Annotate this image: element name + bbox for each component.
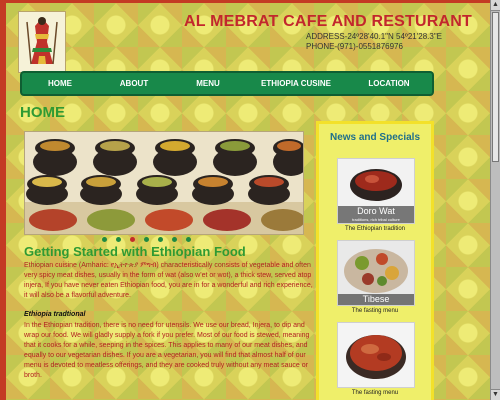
- slider-dot[interactable]: [158, 237, 163, 242]
- image-slider[interactable]: [24, 131, 304, 235]
- nav-about[interactable]: ABOUT: [98, 73, 170, 94]
- article-body: In the Ethiopian tradition, there is no …: [24, 322, 310, 379]
- site-title: AL MEBRAT CAFE AND RESTURANT: [184, 13, 472, 30]
- special-label: The Ethiopian tradition: [344, 226, 406, 232]
- nav-location[interactable]: LOCATION: [346, 73, 432, 94]
- article-subheading: Ethiopia tradtional: [24, 311, 86, 318]
- slider-dot[interactable]: [144, 237, 149, 242]
- vertical-scrollbar[interactable]: ▲ ▼: [490, 0, 500, 400]
- contact-info: ADDRESS-24º28'40.1"N 54º21'28.3"E PHONE-…: [306, 32, 442, 52]
- page: AL MEBRAT CAFE AND RESTURANT ADDRESS-24º…: [0, 0, 500, 400]
- page-heading: HOME: [20, 104, 65, 121]
- slider-dot[interactable]: [102, 237, 107, 242]
- special-caption-subtitle: traditions, rich tribal culture: [352, 217, 400, 222]
- slider-dot[interactable]: [186, 237, 191, 242]
- special-image: Doro Wat traditions, rich tribal culture: [337, 158, 415, 224]
- slider-dot[interactable]: [172, 237, 177, 242]
- special-image: [337, 322, 415, 388]
- nav-ethiopia-cusine[interactable]: ETHIOPIA CUSINE: [246, 73, 346, 94]
- scroll-up-icon[interactable]: ▲: [491, 0, 500, 11]
- article-intro: Ethiopian cuisine (Amharic: የኢትዮጵያ ምግብ) …: [24, 262, 313, 299]
- special-card[interactable]: The fasting menu: [337, 322, 417, 396]
- address-text: ADDRESS-24º28'40.1"N 54º21'28.3"E: [306, 32, 442, 41]
- special-caption: Tibese: [338, 294, 414, 305]
- scrollbar-thumb[interactable]: [492, 12, 499, 162]
- main-navigation: HOME ABOUT MENU ETHIOPIA CUSINE LOCATION: [20, 71, 434, 96]
- phone-text: PHONE-(971)-0551876976: [306, 42, 403, 51]
- special-image: Tibese: [337, 240, 415, 306]
- special-caption-title: Tibese: [362, 294, 390, 304]
- slider-dots: [102, 237, 191, 242]
- special-caption-title: Doro Wat: [357, 206, 395, 216]
- restaurant-logo: [18, 11, 66, 73]
- slider-dot[interactable]: [116, 237, 121, 242]
- news-sidebar: News and Specials Doro Wat traditions, r…: [316, 121, 434, 400]
- scroll-down-icon[interactable]: ▼: [491, 389, 500, 400]
- nav-home[interactable]: HOME: [22, 73, 98, 94]
- special-card[interactable]: Tibese The fasting menu: [337, 240, 417, 314]
- special-label: The fasting menu: [351, 390, 399, 396]
- article-heading: Getting Started with Ethiopian Food: [24, 244, 246, 259]
- special-caption: Doro Wat traditions, rich tribal culture: [338, 206, 414, 223]
- sidebar-heading: News and Specials: [329, 132, 421, 143]
- slider-dot[interactable]: [130, 237, 135, 242]
- special-card[interactable]: Doro Wat traditions, rich tribal culture…: [337, 158, 417, 232]
- spice-pots-image: [25, 132, 303, 234]
- nav-menu[interactable]: MENU: [170, 73, 246, 94]
- special-label: The fasting menu: [351, 308, 399, 314]
